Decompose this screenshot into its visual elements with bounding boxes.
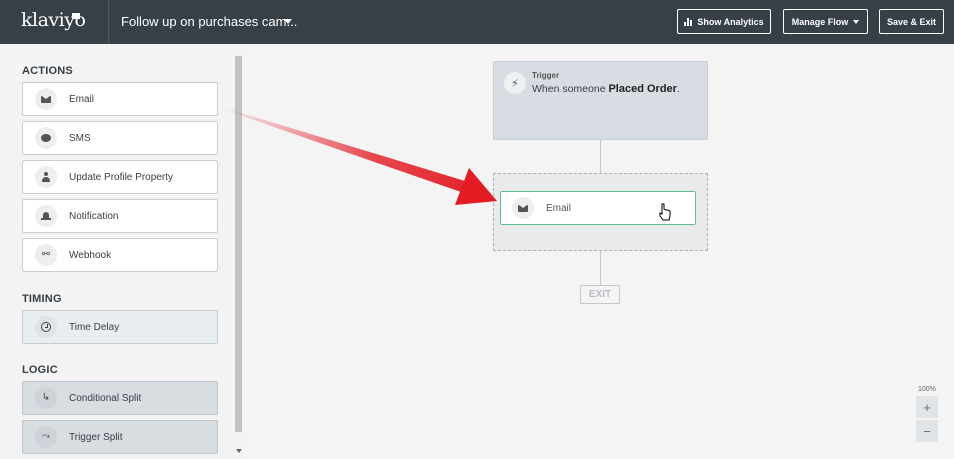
flow-title-dropdown-caret-icon[interactable] xyxy=(284,19,292,24)
email-node-label: Email xyxy=(546,202,572,214)
save-exit-button[interactable]: Save & Exit xyxy=(879,9,944,34)
bell-icon xyxy=(35,205,57,227)
sidebar-item-webhook[interactable]: ⚯ Webhook xyxy=(22,238,218,272)
connector-line xyxy=(600,140,601,173)
timing-heading: TIMING xyxy=(22,293,62,305)
exit-node: EXIT xyxy=(580,285,620,304)
sidebar-item-email[interactable]: Email xyxy=(22,82,218,116)
sidebar-item-label: Time Delay xyxy=(69,321,120,333)
connector-line xyxy=(600,251,601,285)
manage-flow-label: Manage Flow xyxy=(791,16,849,27)
hand-cursor-icon xyxy=(659,203,671,221)
manage-flow-button[interactable]: Manage Flow xyxy=(783,9,868,34)
sidebar-item-trigger-split[interactable]: ⤳ Trigger Split xyxy=(22,420,218,454)
actions-heading: ACTIONS xyxy=(22,65,73,77)
zoom-out-button[interactable]: − xyxy=(916,420,938,442)
chat-bubble-icon xyxy=(35,127,57,149)
show-analytics-button[interactable]: Show Analytics xyxy=(677,9,771,34)
sidebar-item-sms[interactable]: SMS xyxy=(22,121,218,155)
zoom-in-button[interactable]: + xyxy=(916,396,938,418)
trigger-split-icon: ⤳ xyxy=(35,426,57,448)
zoom-level: 100% xyxy=(918,386,936,393)
sidebar-scrollbar-thumb[interactable] xyxy=(235,56,242,432)
envelope-icon xyxy=(35,88,57,110)
scroll-down-arrow-icon[interactable] xyxy=(236,449,242,453)
split-icon: ↳ xyxy=(35,387,57,409)
logic-heading: LOGIC xyxy=(22,364,58,376)
person-icon xyxy=(35,166,57,188)
flow-title[interactable]: Follow up on purchases cam... xyxy=(121,14,297,29)
sidebar-item-label: SMS xyxy=(69,132,91,144)
sidebar-item-label: Email xyxy=(69,93,95,105)
clock-icon xyxy=(35,316,57,338)
trigger-card[interactable]: ⚡ Trigger When someone Placed Order. xyxy=(493,61,708,140)
top-bar: klaviyo Follow up on purchases cam... Sh… xyxy=(0,0,954,44)
manage-flow-caret-icon xyxy=(853,19,860,24)
sidebar-item-label: Webhook xyxy=(69,249,112,261)
trigger-description: When someone Placed Order. xyxy=(532,83,680,95)
sidebar-item-label: Update Profile Property xyxy=(69,171,173,183)
sidebar-item-label: Conditional Split xyxy=(69,392,142,404)
bar-chart-icon xyxy=(684,17,693,26)
sidebar-item-conditional-split[interactable]: ↳ Conditional Split xyxy=(22,381,218,415)
sidebar-item-label: Notification xyxy=(69,210,119,222)
save-exit-label: Save & Exit xyxy=(886,16,937,27)
logo-flag-mark xyxy=(72,13,80,19)
trigger-desc-prefix: When someone xyxy=(532,83,609,95)
webhook-icon: ⚯ xyxy=(35,244,57,266)
sidebar-item-label: Trigger Split xyxy=(69,431,123,443)
show-analytics-label: Show Analytics xyxy=(697,16,764,27)
sidebar-item-time-delay[interactable]: Time Delay xyxy=(22,310,218,344)
trigger-label: Trigger xyxy=(532,71,560,80)
sidebar-item-update-profile-property[interactable]: Update Profile Property xyxy=(22,160,218,194)
trigger-desc-suffix: . xyxy=(676,83,680,95)
envelope-icon xyxy=(512,197,534,219)
trigger-metric-name: Placed Order xyxy=(608,83,677,95)
header-divider xyxy=(108,0,109,44)
sidebar-item-notification[interactable]: Notification xyxy=(22,199,218,233)
lightning-bolt-icon: ⚡ xyxy=(504,72,526,94)
